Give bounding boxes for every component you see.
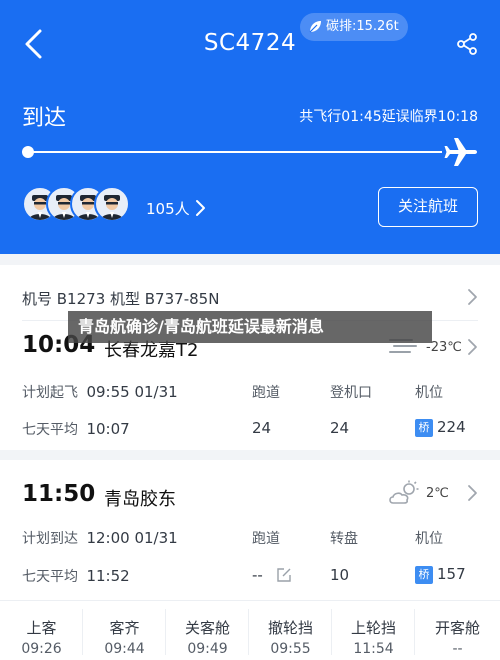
runway-value-text: -- [252,566,263,584]
flight-number: SC4724 [203,30,297,56]
gate-value: 24 [330,419,350,437]
timeline-time: -- [452,641,463,657]
stand-number: 157 [437,565,466,583]
overlay-banner: 青岛航确诊/青岛航班延误最新消息 [68,311,432,343]
timeline-item: 撤轮挡 09:55 [249,601,332,660]
progress-origin-dot [22,146,34,158]
flight-progress [22,138,478,166]
average-time: 10:07 [86,420,130,438]
bridge-badge: 桥 [415,566,433,584]
runway-header: 跑道 [252,531,280,547]
chevron-right-icon[interactable] [466,287,478,307]
route-info: 共飞行01:45延误临界10:18 [299,109,478,125]
partly-cloudy-icon [389,480,419,504]
average-label: 七天平均 [22,422,78,438]
timeline-label: 关客舱 [184,619,230,637]
ground-timeline: 上客 09:26 客齐 09:44 关客舱 09:49 撤轮挡 09:55 上轮… [0,600,500,660]
runway-value: -- [252,566,292,584]
chevron-right-icon[interactable] [466,337,478,357]
planned-departure-label: 计划起飞 [22,385,78,401]
planned-arrival: 计划到达 12:00 01/31 [22,528,178,548]
aircraft-info[interactable]: 机号 B1273 机型 B737-85N [22,288,219,309]
timeline-time: 09:26 [21,641,62,657]
stand-value: 桥 224 [415,418,466,437]
flight-header: SC4724 碳排:15.26t 到达 共飞行01:45延误临界10:18 10… [0,0,500,254]
timeline-label: 上轮挡 [350,619,396,637]
planned-arrival-label: 计划到达 [22,531,78,547]
timeline-time: 09:44 [104,641,145,657]
timeline-label: 开客舱 [434,619,480,637]
carousel-value: 10 [330,566,350,584]
seven-day-average: 七天平均 11:52 [22,566,130,586]
timeline-item: 客齐 09:44 [83,601,166,660]
timeline-item: 关客舱 09:49 [166,601,249,660]
carbon-emission-badge[interactable]: 碳排:15.26t [300,13,408,41]
planned-departure: 计划起飞 09:55 01/31 [22,382,178,402]
arrival-time: 11:50 [22,481,96,507]
stand-number: 224 [437,418,466,436]
pilot-avatar-icon [101,195,123,220]
timeline-time: 11:54 [353,641,394,657]
average-label: 七天平均 [22,569,78,585]
seven-day-average: 七天平均 10:07 [22,419,130,439]
flight-status: 到达 [22,106,67,131]
planned-arrival-time: 12:00 01/31 [86,529,178,547]
stand-header: 机位 [415,385,443,401]
runway-value: 24 [252,419,272,437]
timeline-item: 上客 09:26 [0,601,83,660]
timeline-item: 开客舱 -- [415,601,500,660]
gate-header: 登机口 [330,385,372,401]
progress-line [28,151,442,153]
runway-header: 跑道 [252,385,280,401]
passenger-avatars[interactable] [22,186,142,226]
timeline-time: 09:55 [270,641,311,657]
chevron-right-icon[interactable] [466,483,478,503]
edit-icon[interactable] [276,567,292,583]
arrival-temperature: 2℃ [426,486,449,501]
arrival-card: 11:50 青岛胶东 2℃ 计划到达 12:00 01/31 跑道 转盘 机位 … [0,460,500,600]
carousel-header: 转盘 [330,531,358,547]
arrival-airport: 青岛胶东 [104,489,176,510]
carbon-label: 碳排:15.26t [326,19,399,34]
timeline-label: 撤轮挡 [267,619,313,637]
share-icon [457,33,477,55]
timeline-label: 上客 [26,619,57,637]
avatar [94,186,130,222]
timeline-item: 上轮挡 11:54 [332,601,415,660]
average-time: 11:52 [86,567,130,585]
follow-flight-button[interactable]: 关注航班 [378,187,478,227]
stand-header: 机位 [415,531,443,547]
departure-card: 机号 B1273 机型 B737-85N 10:04 长春龙嘉T2 -23℃ 计… [0,265,500,450]
leaf-icon [309,21,321,33]
passenger-count[interactable]: 105人 [146,198,190,219]
chevron-right-icon[interactable] [194,198,206,218]
airplane-icon [444,138,477,166]
timeline-time: 09:49 [187,641,228,657]
bridge-badge: 桥 [415,419,433,437]
stand-value: 桥 157 [415,565,466,584]
share-button[interactable] [455,32,479,60]
timeline-label: 客齐 [109,619,140,637]
planned-departure-time: 09:55 01/31 [86,383,178,401]
